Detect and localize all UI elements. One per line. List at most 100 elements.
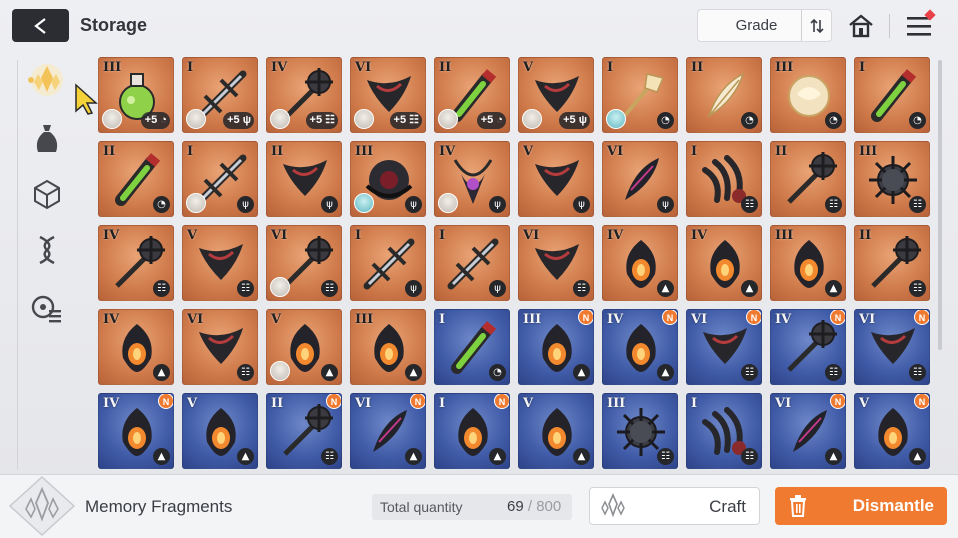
item-tile[interactable]: VI ▲ N xyxy=(770,393,846,469)
item-grade: I xyxy=(439,396,446,411)
disc-list-icon xyxy=(31,295,61,323)
item-grade: I xyxy=(187,144,194,159)
item-tile[interactable]: VI ψ xyxy=(602,141,678,217)
swirl-icon: ◔ xyxy=(489,364,506,381)
item-tile[interactable]: II ☷ N xyxy=(266,393,342,469)
flame-icon: ▲ xyxy=(405,448,422,465)
item-grade: II xyxy=(439,60,452,75)
claw-icon: ψ xyxy=(489,196,506,213)
claw-icon: ψ xyxy=(237,196,254,213)
sidebar-item-memory-fragments[interactable] xyxy=(22,60,72,100)
item-grade: III xyxy=(103,60,122,75)
total-current: 69 xyxy=(507,498,524,515)
item-tile[interactable]: III ☷ xyxy=(602,393,678,469)
item-grade: V xyxy=(523,396,534,411)
sidebar-line xyxy=(17,60,18,470)
tower-icon: ☷ xyxy=(741,196,758,213)
character-avatar xyxy=(270,361,290,381)
swirl-icon: ◔ xyxy=(909,112,926,129)
item-tile[interactable]: IV ☷ xyxy=(98,225,174,301)
item-tile[interactable]: IV ψ xyxy=(434,141,510,217)
menu-button[interactable] xyxy=(902,9,936,43)
item-tile[interactable]: I +5 ψ xyxy=(182,57,258,133)
item-tile[interactable]: II ψ xyxy=(266,141,342,217)
item-tile[interactable]: II ☷ xyxy=(770,141,846,217)
home-button[interactable] xyxy=(844,9,878,43)
item-tile[interactable]: VI ☷ xyxy=(182,309,258,385)
item-tile[interactable]: IV ☷ N xyxy=(770,309,846,385)
item-tile[interactable]: III +5 ◔ xyxy=(98,57,174,133)
item-tile[interactable]: III ψ xyxy=(350,141,426,217)
tower-icon: ☷ xyxy=(825,364,842,381)
item-tile[interactable]: I ◔ xyxy=(602,57,678,133)
item-tile[interactable]: II +5 ◔ xyxy=(434,57,510,133)
sidebar-item-bag[interactable] xyxy=(22,118,72,158)
item-grade: VI xyxy=(271,228,288,243)
item-tile[interactable]: VI ☷ N xyxy=(686,309,762,385)
item-tile[interactable]: V ▲ xyxy=(266,309,342,385)
item-tile[interactable]: IV ▲ xyxy=(602,225,678,301)
flame-icon: ▲ xyxy=(153,448,170,465)
item-tile[interactable]: IV ▲ N xyxy=(602,309,678,385)
item-tile[interactable]: IV ▲ xyxy=(686,225,762,301)
item-grade: I xyxy=(439,312,446,327)
tower-icon: ☷ xyxy=(741,364,758,381)
sidebar-item-gene[interactable] xyxy=(22,230,72,270)
enhance-level: +5 xyxy=(227,114,240,126)
item-grade: I xyxy=(355,228,362,243)
item-tile[interactable]: III ◔ xyxy=(770,57,846,133)
back-button[interactable] xyxy=(12,9,69,42)
item-tile[interactable]: I ◔ xyxy=(434,309,510,385)
item-tile[interactable]: V ☷ xyxy=(182,225,258,301)
item-tile[interactable]: V +5 ψ xyxy=(518,57,594,133)
item-tile[interactable]: VI ☷ xyxy=(266,225,342,301)
item-grade: V xyxy=(187,228,198,243)
item-tile[interactable]: V ▲ xyxy=(182,393,258,469)
item-tile[interactable]: Vψ xyxy=(518,141,594,217)
item-grade: IV xyxy=(775,312,792,327)
item-tile[interactable]: I ◔ xyxy=(854,57,930,133)
item-tile[interactable]: Iψ xyxy=(434,225,510,301)
sidebar-item-misc[interactable] xyxy=(22,288,72,328)
cube-icon xyxy=(34,179,60,210)
sort-order-icon[interactable] xyxy=(801,10,831,41)
character-avatar xyxy=(186,193,206,213)
item-tile[interactable]: II ☷ xyxy=(854,225,930,301)
item-tile[interactable]: II ◔ xyxy=(686,57,762,133)
item-tile[interactable]: I ▲ N xyxy=(434,393,510,469)
page-title: Storage xyxy=(80,15,148,35)
item-tile[interactable]: Iψ xyxy=(182,141,258,217)
item-tile[interactable]: VI +5 ☷ xyxy=(350,57,426,133)
item-tile[interactable]: IV ▲ xyxy=(98,309,174,385)
item-grade: IV xyxy=(607,312,624,327)
item-grade: II xyxy=(103,144,116,159)
item-tile[interactable]: Iψ xyxy=(350,225,426,301)
item-tile[interactable]: III ▲ xyxy=(770,225,846,301)
item-tile[interactable]: VI ▲ N xyxy=(350,393,426,469)
claw-icon: ψ xyxy=(405,280,422,297)
scrollbar[interactable] xyxy=(938,60,942,350)
item-tile[interactable]: VI ☷ N xyxy=(854,309,930,385)
item-tile[interactable]: III ▲ xyxy=(350,309,426,385)
total-quantity-value: 69 / 800 xyxy=(507,498,561,515)
item-tile[interactable]: II ◔ xyxy=(98,141,174,217)
craft-button[interactable]: Craft xyxy=(589,487,760,525)
item-tile[interactable]: V ▲ xyxy=(518,393,594,469)
sidebar-item-materials[interactable] xyxy=(22,174,72,214)
cursor-icon xyxy=(75,83,98,115)
sort-dropdown[interactable]: Grade xyxy=(697,9,832,42)
item-tile[interactable]: V ▲ N xyxy=(854,393,930,469)
item-tile[interactable]: III ▲ N xyxy=(518,309,594,385)
character-avatar xyxy=(438,193,458,213)
character-avatar xyxy=(102,109,122,129)
new-badge: N xyxy=(662,310,677,325)
item-tile[interactable]: IV ▲ N xyxy=(98,393,174,469)
dismantle-button[interactable]: Dismantle xyxy=(775,487,947,525)
enhance-level-badge: +5 ψ xyxy=(559,112,590,129)
item-tile[interactable]: III ☷ xyxy=(854,141,930,217)
item-tile[interactable]: VI ☷ xyxy=(518,225,594,301)
item-tile[interactable]: IV +5 ☷ xyxy=(266,57,342,133)
item-tile[interactable]: I ☷ xyxy=(686,393,762,469)
item-tile[interactable]: I ☷ xyxy=(686,141,762,217)
dismantle-label: Dismantle xyxy=(852,496,934,515)
